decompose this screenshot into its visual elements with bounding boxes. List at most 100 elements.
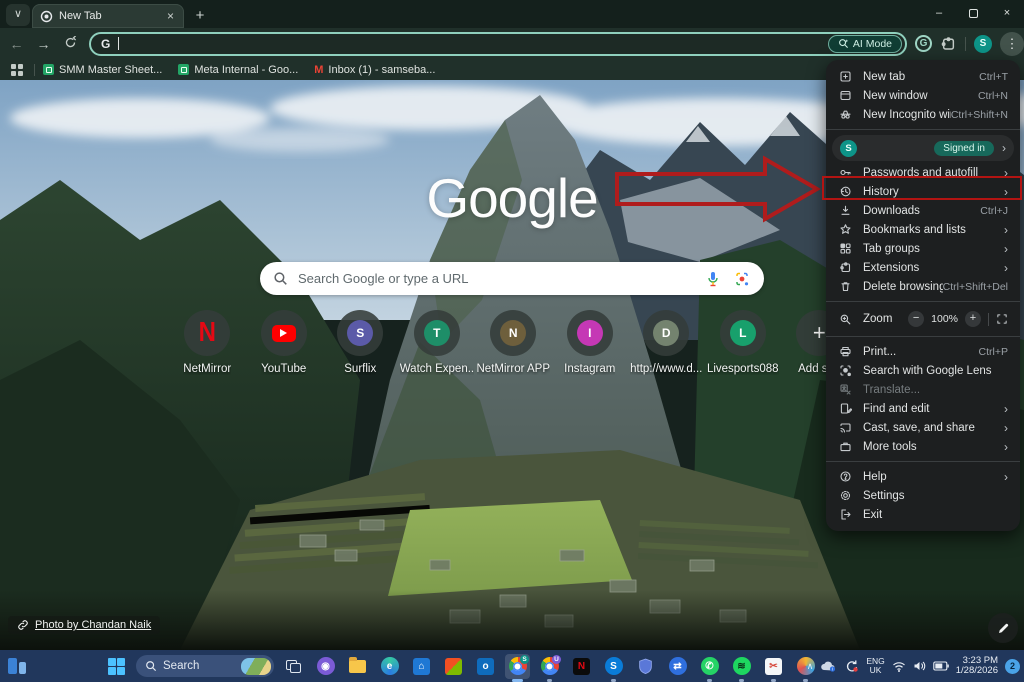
defender-button[interactable]: [633, 654, 658, 679]
outlook-button[interactable]: o: [473, 654, 498, 679]
netmirror-icon: N: [573, 658, 590, 675]
chevron-right-icon: ›: [1004, 470, 1008, 484]
address-bar[interactable]: G AI Mode: [89, 32, 907, 56]
tab-groups-icon: [838, 242, 852, 255]
ntp-search-box[interactable]: Search Google or type a URL: [260, 262, 764, 295]
bookmark-label: SMM Master Sheet...: [59, 64, 162, 76]
menu-separator: [826, 301, 1020, 302]
widgets-button[interactable]: [8, 658, 26, 674]
shortcut-instagram[interactable]: I Instagram: [552, 310, 629, 375]
whatsapp-button[interactable]: ✆: [697, 654, 722, 679]
menu-item-downloads[interactable]: Downloads Ctrl+J: [826, 201, 1020, 220]
battery-icon[interactable]: [933, 661, 949, 671]
chrome-profile1-button[interactable]: S: [505, 654, 530, 679]
extensions-puzzle-button[interactable]: [940, 35, 957, 52]
forward-button[interactable]: →: [33, 32, 54, 56]
menu-item-bookmarks-and-lists[interactable]: Bookmarks and lists ›: [826, 220, 1020, 239]
profile-avatar[interactable]: S: [974, 35, 992, 53]
menu-account-row[interactable]: S Signed in ›: [832, 135, 1014, 161]
chrome-profile2-button[interactable]: U: [537, 654, 562, 679]
notification-count-badge[interactable]: 2: [1005, 659, 1020, 674]
menu-item-settings[interactable]: Settings: [826, 486, 1020, 505]
shortcut-watch-expen[interactable]: T Watch Expen...: [399, 310, 476, 375]
youtube-play-icon: [272, 325, 296, 342]
sync-app-button[interactable]: ⇄: [665, 654, 690, 679]
shortcut-netmirror-app[interactable]: N NetMirror APP: [475, 310, 552, 375]
bookmark-label: Meta Internal - Goo...: [194, 64, 298, 76]
signed-in-badge[interactable]: Signed in: [934, 141, 994, 156]
chevron-right-icon: ›: [1004, 440, 1008, 454]
apps-grid-icon[interactable]: [10, 63, 24, 77]
shortcut-netmirror[interactable]: N NetMirror: [169, 310, 246, 375]
menu-item-tab-groups[interactable]: Tab groups ›: [826, 239, 1020, 258]
customize-chrome-button[interactable]: [988, 613, 1018, 643]
chrome-favicon-icon: [40, 10, 53, 23]
voice-search-icon[interactable]: [706, 271, 720, 287]
tab-close-icon[interactable]: ×: [163, 9, 178, 24]
photos-app-button[interactable]: [441, 654, 466, 679]
tab-search-button[interactable]: ∨: [6, 4, 30, 26]
menu-item-exit[interactable]: Exit: [826, 505, 1020, 524]
menu-item-new-tab[interactable]: New tab Ctrl+T: [826, 67, 1020, 86]
shortcut-surflix[interactable]: S Surflix: [322, 310, 399, 375]
google-lens-icon[interactable]: [734, 271, 750, 287]
menu-item-new-window[interactable]: New window Ctrl+N: [826, 86, 1020, 105]
minimize-button[interactable]: –: [922, 0, 956, 26]
zoom-magnifier-icon: [838, 313, 852, 326]
new-tab-button[interactable]: +: [188, 3, 212, 27]
bookmark-meta-internal[interactable]: Meta Internal - Goo...: [178, 64, 298, 76]
bookmark-inbox[interactable]: M Inbox (1) - samseba...: [314, 64, 435, 76]
menu-button[interactable]: ⋮: [1000, 32, 1024, 56]
gmail-favicon-icon: M: [314, 64, 323, 76]
menu-item-help[interactable]: Help ›: [826, 467, 1020, 486]
photo-credit-link[interactable]: Photo by Chandan Naik: [8, 616, 160, 634]
chat-app-button[interactable]: ◉: [313, 654, 338, 679]
back-button[interactable]: ←: [6, 32, 27, 56]
menu-item-delete-browsing-data[interactable]: Delete browsing data... Ctrl+Shift+Del: [826, 277, 1020, 296]
menu-item-extensions[interactable]: Extensions ›: [826, 258, 1020, 277]
sheets-favicon-icon: [43, 64, 54, 75]
menu-item-more-tools[interactable]: More tools ›: [826, 437, 1020, 456]
taskbar-clock[interactable]: 3:23 PM1/28/2026: [956, 656, 998, 677]
shortcut-youtube[interactable]: YouTube: [246, 310, 323, 375]
ai-mode-button[interactable]: AI Mode: [828, 35, 902, 53]
netmirror-app-button[interactable]: N: [569, 654, 594, 679]
window-controls: – ×: [922, 0, 1024, 26]
edge-button[interactable]: e: [377, 654, 402, 679]
language-indicator[interactable]: ENGUK: [866, 657, 884, 675]
reload-button[interactable]: [60, 32, 81, 56]
shortcut-http-www-d[interactable]: D http://www.d...: [628, 310, 705, 375]
sync-arrows-icon: ⇄: [669, 657, 687, 675]
sync-status-icon[interactable]: [844, 659, 859, 673]
zoom-out-button[interactable]: −: [908, 311, 924, 327]
shortcut-livesports088[interactable]: L Livesports088: [705, 310, 782, 375]
ai-mode-search-icon: [838, 38, 849, 49]
fullscreen-button[interactable]: [996, 313, 1008, 325]
tab-new-tab[interactable]: New Tab ×: [32, 4, 184, 28]
menu-item-search-with-google-lens[interactable]: Search with Google Lens: [826, 361, 1020, 380]
onedrive-cloud-icon[interactable]: i: [820, 660, 837, 672]
toolbar-divider: [965, 37, 966, 51]
bookmark-smm-master-sheet[interactable]: SMM Master Sheet...: [43, 64, 162, 76]
microsoft-store-button[interactable]: ⌂: [409, 654, 434, 679]
task-view-button[interactable]: [281, 654, 306, 679]
file-explorer-button[interactable]: [345, 654, 370, 679]
menu-item-new-incognito-window[interactable]: New Incognito window Ctrl+Shift+N: [826, 105, 1020, 124]
close-window-button[interactable]: ×: [990, 0, 1024, 26]
spotify-button[interactable]: ≋: [729, 654, 754, 679]
zoom-in-button[interactable]: +: [965, 311, 981, 327]
tray-overflow-button[interactable]: ∧: [807, 661, 814, 672]
grammarly-extension-icon[interactable]: G: [915, 35, 932, 52]
maximize-button[interactable]: [956, 0, 990, 26]
wifi-icon[interactable]: [892, 661, 906, 672]
edge-icon: e: [381, 657, 399, 675]
menu-item-cast-save-share[interactable]: Cast, save, and share ›: [826, 418, 1020, 437]
skype-button[interactable]: S: [601, 654, 626, 679]
snipping-tool-button[interactable]: ✂: [761, 654, 786, 679]
chevron-right-icon: ›: [1004, 421, 1008, 435]
start-button[interactable]: [104, 654, 129, 679]
menu-item-print[interactable]: Print... Ctrl+P: [826, 342, 1020, 361]
volume-icon[interactable]: [913, 660, 926, 672]
menu-item-find-and-edit[interactable]: Find and edit ›: [826, 399, 1020, 418]
taskbar-search-box[interactable]: Search: [136, 655, 274, 677]
